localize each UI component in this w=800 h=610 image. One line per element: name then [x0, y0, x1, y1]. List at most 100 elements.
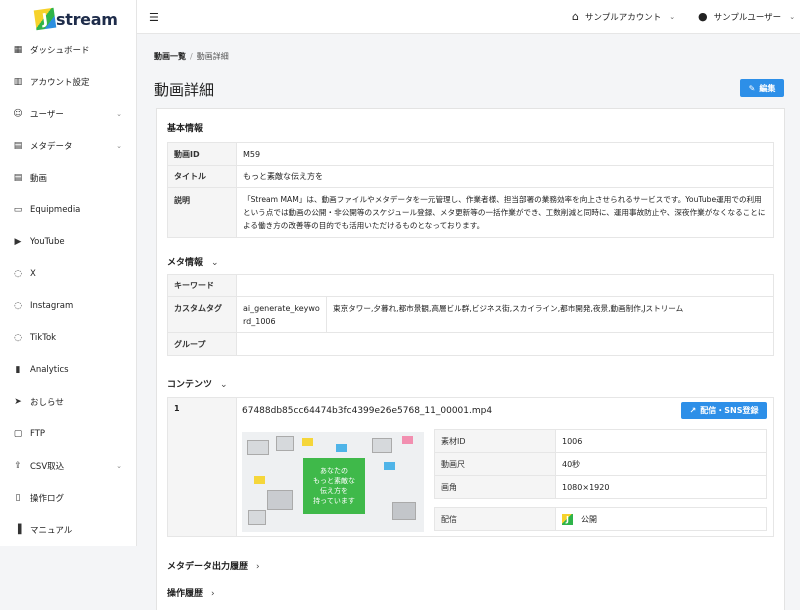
sidebar-item-label: メタデータ — [30, 142, 73, 152]
bar-chart-icon: ▮ — [15, 365, 21, 375]
user-menu[interactable]: ● サンプルユーザー ⌄ — [698, 10, 795, 23]
basic-info-table: 動画ID M59 タイトル もっと素敵な伝え方を 説明 「Stream MAM」は、動… — [167, 142, 774, 238]
sidebar-item[interactable]: ▯ 操作ログ — [0, 482, 136, 514]
export-history-heading[interactable]: メタデータ出力履歴 › — [167, 559, 260, 572]
camera-icon: ▭ — [13, 205, 23, 215]
delivery-status: 公開 — [581, 514, 597, 524]
sidebar-item[interactable]: ◌ TikTok — [0, 322, 136, 354]
sidebar-item[interactable]: ▤ 動画 — [0, 162, 136, 194]
row-key: 画角 — [434, 475, 556, 499]
table-row: グループ — [167, 332, 774, 356]
sidebar-item[interactable]: ☺ ユーザー ⌄ — [0, 98, 136, 130]
sidebar-item[interactable]: ◌ X — [0, 258, 136, 290]
sidebar: J stream ▦ ダッシュボード ▥ アカウント設定 ☺ ユーザー ⌄ ▤ メタデータ ⌄ ▤ 動… — [0, 0, 137, 546]
table-row: カスタムタグ ai_generate_keyword_1006 東京タワー,夕暮れ,… — [167, 296, 774, 333]
document-icon: ▯ — [15, 493, 21, 503]
account-switcher[interactable]: ⌂ サンプルアカウント ⌄ — [572, 10, 675, 23]
building-icon: ▥ — [13, 77, 23, 87]
sidebar-item-label: Equipmedia — [30, 205, 81, 215]
sidebar-item[interactable]: ▭ Equipmedia — [0, 194, 136, 226]
row-key: 動画尺 — [434, 452, 556, 476]
meta-heading-label: メタ情報 — [167, 258, 204, 268]
row-value: もっと素敵な伝え方を — [236, 165, 774, 188]
basic-info-heading: 基本情報 — [167, 124, 204, 134]
row-value: 1080×1920 — [555, 475, 767, 499]
share-icon: ↗ — [689, 406, 697, 415]
table-row: 説明 「Stream MAM」は、動画ファイルやメタデータを一元管理し、作業者様、… — [167, 187, 774, 238]
breadcrumb: 動画一覧 / 動画詳細 — [154, 51, 229, 62]
user-icon: ● — [698, 10, 708, 23]
row-value: 1006 — [555, 429, 767, 453]
sidebar-item-label: TikTok — [30, 333, 57, 343]
user-icon: ☺ — [13, 109, 23, 119]
sidebar-item[interactable]: ➤ おしらせ — [0, 386, 136, 418]
sidebar-item-label: アカウント設定 — [30, 78, 90, 88]
video-thumbnail[interactable]: あなたの もっと素敵な 伝え方を 持っています — [242, 432, 424, 532]
user-name: サンプルユーザー — [713, 12, 782, 23]
caption-line: もっと素敵な — [313, 477, 355, 485]
logo[interactable]: J stream — [0, 0, 136, 34]
sidebar-item-label: 操作ログ — [30, 494, 65, 504]
row-key: カスタムタグ — [167, 296, 237, 333]
grid-icon: ▦ — [13, 45, 23, 55]
chat-icon: ◌ — [14, 269, 22, 279]
chevron-right-icon: › — [211, 589, 215, 599]
row-key: 説明 — [167, 187, 237, 238]
custom-tag-key: ai_generate_keyword_1006 — [236, 296, 327, 333]
sidebar-item[interactable]: ▮ Analytics — [0, 354, 136, 386]
hamburger-icon[interactable]: ☰ — [149, 11, 159, 24]
operation-history-heading[interactable]: 操作履歴 › — [167, 586, 215, 599]
sidebar-item-label: ユーザー — [30, 110, 64, 120]
edit-button[interactable]: ✎ 編集 — [740, 79, 784, 97]
chevron-down-icon: ⌄ — [116, 462, 122, 470]
export-history-label: メタデータ出力履歴 — [167, 562, 249, 572]
row-value — [236, 332, 774, 356]
chevron-down-icon: ⌄ — [669, 12, 676, 21]
jstream-icon: J — [562, 513, 573, 525]
meta-heading[interactable]: メタ情報 ⌄ — [167, 255, 219, 268]
breadcrumb-parent[interactable]: 動画一覧 — [154, 52, 186, 61]
sidebar-item[interactable]: ▐ マニュアル — [0, 514, 136, 546]
row-key: 素材ID — [434, 429, 556, 453]
sidebar-item[interactable]: ▦ ダッシュボード — [0, 34, 136, 66]
contents-heading[interactable]: コンテンツ ⌄ — [167, 377, 228, 390]
sidebar-item-label: 動画 — [30, 174, 48, 184]
row-key: タイトル — [167, 165, 237, 188]
row-key: グループ — [167, 332, 237, 356]
row-value: 40秒 — [555, 452, 767, 476]
upload-icon: ⇪ — [14, 461, 22, 471]
book-icon: ▐ — [14, 525, 22, 535]
film-icon: ▤ — [13, 173, 23, 183]
sidebar-item-label: FTP — [30, 429, 46, 439]
sidebar-nav: ▦ ダッシュボード ▥ アカウント設定 ☺ ユーザー ⌄ ▤ メタデータ ⌄ ▤ 動画 ▭ Equipme… — [0, 34, 136, 546]
sidebar-item[interactable]: ▥ アカウント設定 — [0, 66, 136, 98]
publish-label: 配信・SNS登録 — [700, 406, 759, 415]
table-row: キーワード — [167, 274, 774, 297]
row-value: 「Stream MAM」は、動画ファイルやメタデータを一元管理し、作業者様、担当… — [236, 187, 774, 238]
chevron-right-icon: › — [256, 562, 260, 572]
publish-sns-button[interactable]: ↗ 配信・SNS登録 — [681, 402, 767, 419]
detail-card: 基本情報 動画ID M59 タイトル もっと素敵な伝え方を 説明 「Stream MA… — [156, 108, 785, 610]
sidebar-item-label: ダッシュボード — [30, 46, 90, 56]
row-value — [236, 274, 774, 297]
sidebar-item-label: マニュアル — [30, 526, 73, 536]
edit-icon: ✎ — [748, 83, 756, 93]
page-title: 動画詳細 — [154, 81, 215, 99]
chevron-down-icon: ⌄ — [211, 258, 219, 268]
sidebar-item[interactable]: ⇪ CSV取込 ⌄ — [0, 450, 136, 482]
operation-history-label: 操作履歴 — [167, 589, 204, 599]
sidebar-item[interactable]: ▢ FTP — [0, 418, 136, 450]
contents-heading-label: コンテンツ — [167, 380, 213, 390]
breadcrumb-separator: / — [190, 52, 193, 61]
logo-mark: J — [33, 7, 57, 31]
sidebar-item[interactable]: ◌ Instagram — [0, 290, 136, 322]
table-row: 画角 1080×1920 — [434, 475, 767, 499]
caption-line: 持っています — [313, 497, 355, 505]
table-row: 配信 J 公開 — [434, 507, 767, 531]
sidebar-item[interactable]: ▶ YouTube — [0, 226, 136, 258]
row-key: キーワード — [167, 274, 237, 297]
row-key: 動画ID — [167, 142, 237, 166]
sidebar-item[interactable]: ▤ メタデータ ⌄ — [0, 130, 136, 162]
chevron-down-icon: ⌄ — [789, 12, 796, 21]
play-circle-icon: ▶ — [14, 237, 22, 247]
